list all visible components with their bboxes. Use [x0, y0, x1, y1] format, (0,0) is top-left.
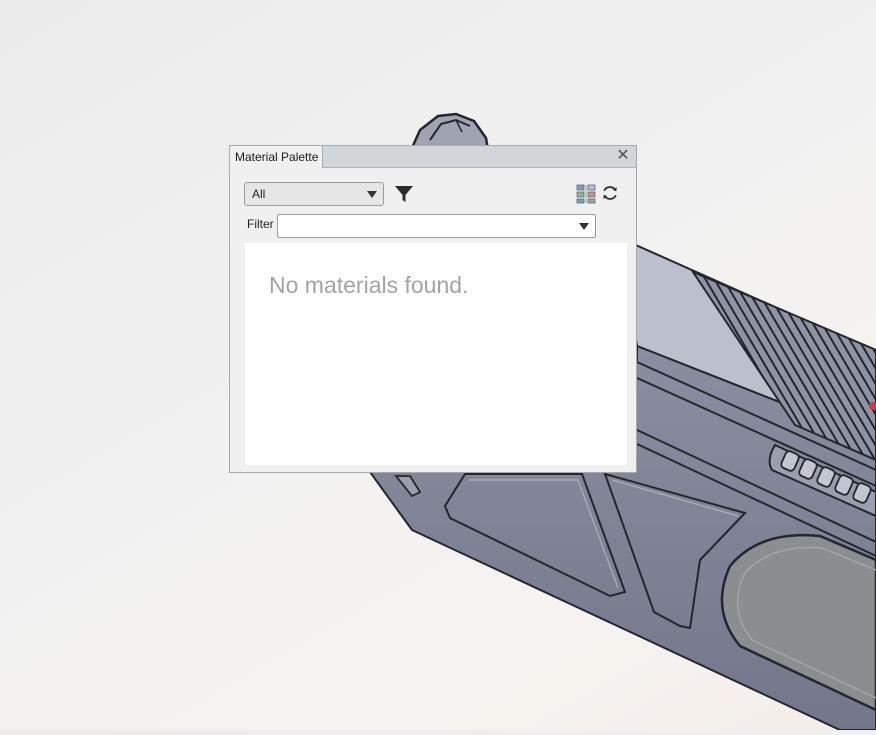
- funnel-icon[interactable]: [394, 184, 414, 204]
- filter-label: Filter: [247, 217, 274, 231]
- close-icon[interactable]: ✕: [614, 147, 632, 165]
- panel-titlebar[interactable]: Material Palette ✕: [230, 146, 636, 168]
- filter-input[interactable]: [277, 214, 596, 238]
- material-palette-panel[interactable]: Material Palette ✕ All Filter No materia…: [229, 145, 637, 473]
- empty-message: No materials found.: [269, 272, 469, 298]
- tree-view-icon[interactable]: [576, 184, 596, 204]
- panel-title: Material Palette: [235, 150, 319, 164]
- tab-material-palette[interactable]: Material Palette: [230, 146, 323, 168]
- chevron-down-icon: [367, 191, 377, 198]
- refresh-icon[interactable]: [601, 184, 619, 202]
- category-select[interactable]: All: [244, 182, 384, 206]
- material-list[interactable]: No materials found.: [245, 243, 627, 465]
- chevron-down-icon[interactable]: [579, 223, 589, 230]
- category-select-value: All: [252, 187, 266, 201]
